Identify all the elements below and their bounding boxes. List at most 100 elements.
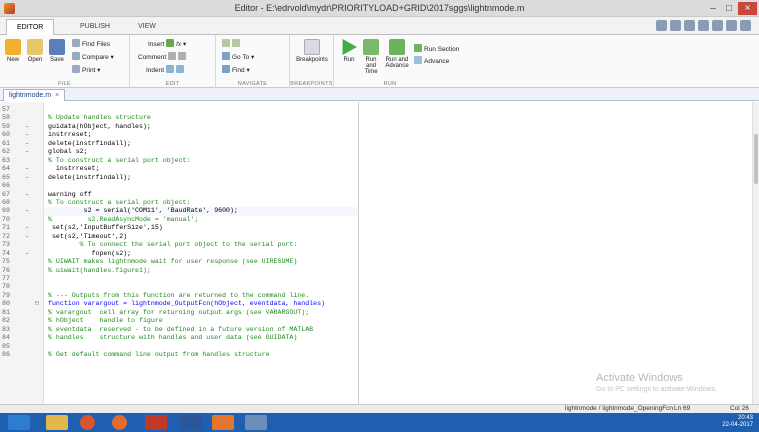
code-text: global s2; [48, 148, 88, 156]
code-line[interactable]: 86 % Get default command line output from… [0, 351, 752, 359]
compare-button[interactable]: Compare ▾ [72, 52, 114, 63]
code-line[interactable]: 80 function varargout = lightnmode_Output… [0, 300, 752, 308]
code-line[interactable]: 64 - instrreset; [0, 165, 752, 173]
advance-button[interactable]: Advance [414, 56, 449, 67]
window-title: Editor - E:\edrvold\mydr\PRIORITYLOAD+GR… [234, 3, 525, 13]
code-text: % s2.ReadAsyncMode = 'manual'; [48, 215, 199, 223]
code-line[interactable]: 75 % UIWAIT makes lightnmode wait for use… [0, 258, 752, 266]
matlab-taskbar-icon[interactable] [212, 415, 234, 430]
line-number: 61 [2, 139, 10, 147]
code-line[interactable]: 79 % --- Outputs from this function are r… [0, 292, 752, 300]
save-button[interactable]: Save [46, 39, 68, 63]
code-line[interactable]: 74 - fopen(s2); [0, 250, 752, 258]
fold-toggle-icon[interactable]: ⊟ [35, 300, 39, 308]
breakpoint-marker[interactable]: - [25, 140, 33, 148]
scrollbar-thumb[interactable] [754, 134, 758, 184]
tray-time: 20:43 [737, 415, 753, 421]
cut-icon[interactable] [670, 20, 681, 31]
indent-icon [165, 65, 174, 73]
app-icon[interactable] [145, 415, 167, 430]
start-icon[interactable] [8, 415, 30, 430]
code-line[interactable]: 82 % hObject handle to figure [0, 317, 752, 325]
close-tab-icon[interactable]: × [55, 92, 59, 99]
code-line[interactable]: 73 % To connect the serial port object t… [0, 241, 752, 249]
copy-icon[interactable] [684, 20, 695, 31]
paint-icon[interactable] [245, 415, 267, 430]
file-explorer-icon[interactable] [46, 415, 68, 430]
maximize-button[interactable]: □ [722, 2, 736, 15]
code-line[interactable]: 68 % To construct a serial port object: [0, 199, 752, 207]
firefox-icon[interactable] [112, 415, 127, 430]
advance-icon [414, 56, 422, 64]
close-button[interactable]: × [738, 2, 757, 15]
breakpoint-marker[interactable]: - [25, 233, 33, 241]
tab-view[interactable]: VIEW [128, 19, 166, 35]
breakpoint-marker[interactable]: - [25, 174, 33, 182]
comment-button[interactable]: Comment [138, 52, 188, 63]
save-icon[interactable] [656, 20, 667, 31]
breakpoint-marker[interactable]: - [25, 165, 33, 173]
code-line[interactable]: 81 % varargout cell array for returning o… [0, 309, 752, 317]
breakpoint-marker[interactable]: - [25, 191, 33, 199]
find-button[interactable]: Find ▾ [222, 65, 250, 76]
paste-icon[interactable] [698, 20, 709, 31]
open-button[interactable]: Open [24, 39, 46, 63]
run-and-advance-button[interactable]: Run and Advance [384, 39, 410, 69]
print-button[interactable]: Print ▾ [72, 65, 100, 76]
new-button[interactable]: New [2, 39, 24, 63]
find-files-button[interactable]: Find Files [72, 39, 110, 50]
file-group-label: FILE [58, 81, 71, 87]
breakpoints-button[interactable]: Breakpoints [294, 39, 330, 63]
breakpoint-marker[interactable]: - [25, 123, 33, 131]
file-tab-lightnmode[interactable]: lightnmode.m × [3, 89, 66, 101]
chrome-icon[interactable] [80, 415, 95, 430]
code-line[interactable]: 78 [0, 283, 752, 291]
code-text: guidata(hObject, handles); [48, 122, 151, 130]
code-line[interactable]: 71 - set(s2,'InputBufferSize',15) [0, 224, 752, 232]
minimize-button[interactable]: – [706, 2, 720, 15]
help-icon[interactable] [740, 20, 751, 31]
code-line[interactable]: 60 - instrreset; [0, 131, 752, 139]
code-line[interactable]: 76 % uiwait(handles.figure1); [0, 267, 752, 275]
vertical-scrollbar[interactable] [752, 102, 759, 404]
insert-button[interactable]: Insert fx ▾ [148, 39, 186, 50]
compare-icon [72, 52, 80, 60]
line-number: 71 [2, 224, 10, 232]
line-number: 58 [2, 114, 10, 122]
code-line[interactable]: 57 [0, 106, 752, 114]
tab-editor[interactable]: EDITOR [6, 19, 55, 35]
code-line[interactable]: 84 % handles structure with handles and u… [0, 334, 752, 342]
breakpoint-marker[interactable]: - [25, 148, 33, 156]
back-forward-buttons[interactable] [222, 39, 242, 50]
code-text: delete(instrfindall); [48, 173, 132, 181]
indent-button[interactable]: Indent [146, 65, 186, 76]
goto-button[interactable]: Go To ▾ [222, 52, 254, 63]
code-line[interactable]: 77 [0, 275, 752, 283]
breakpoint-marker[interactable]: - [25, 224, 33, 232]
code-line[interactable]: 70 % s2.ReadAsyncMode = 'manual'; [0, 216, 752, 224]
code-line[interactable]: 62 - global s2; [0, 148, 752, 156]
code-line[interactable]: 63 % To construct a serial port object: [0, 157, 752, 165]
code-line[interactable]: 65 - delete(instrfindall); [0, 174, 752, 182]
uncomment-icon [178, 52, 186, 60]
run-and-time-button[interactable]: Run and Time [360, 39, 382, 75]
breakpoint-marker[interactable]: - [25, 131, 33, 139]
code-line[interactable]: 61 - delete(instrfindall); [0, 140, 752, 148]
code-line[interactable]: 69 - s2 = serial('COM11', 'BaudRate', 960… [0, 207, 752, 215]
code-line[interactable]: 58 % Update handles structure [0, 114, 752, 122]
run-section-button[interactable]: Run Section [414, 44, 459, 55]
code-line[interactable]: 85 [0, 343, 752, 351]
run-button[interactable]: Run [338, 39, 360, 63]
code-line[interactable]: 59 - guidata(hObject, handles); [0, 123, 752, 131]
undo-icon[interactable] [712, 20, 723, 31]
tab-publish[interactable]: PUBLISH [70, 19, 120, 35]
breakpoint-marker[interactable]: - [25, 250, 33, 258]
code-line[interactable]: 66 [0, 182, 752, 190]
code-line[interactable]: 72 - set(s2,'Timeout',2) [0, 233, 752, 241]
code-editor[interactable]: 57 58 % Update handles structure 59 - guidata… [0, 102, 752, 404]
word-icon[interactable] [180, 415, 202, 430]
code-line[interactable]: 83 % eventdata reserved - to be defined i… [0, 326, 752, 334]
redo-icon[interactable] [726, 20, 737, 31]
breakpoint-marker[interactable]: - [25, 207, 33, 215]
code-line[interactable]: 67 - warning off [0, 191, 752, 199]
